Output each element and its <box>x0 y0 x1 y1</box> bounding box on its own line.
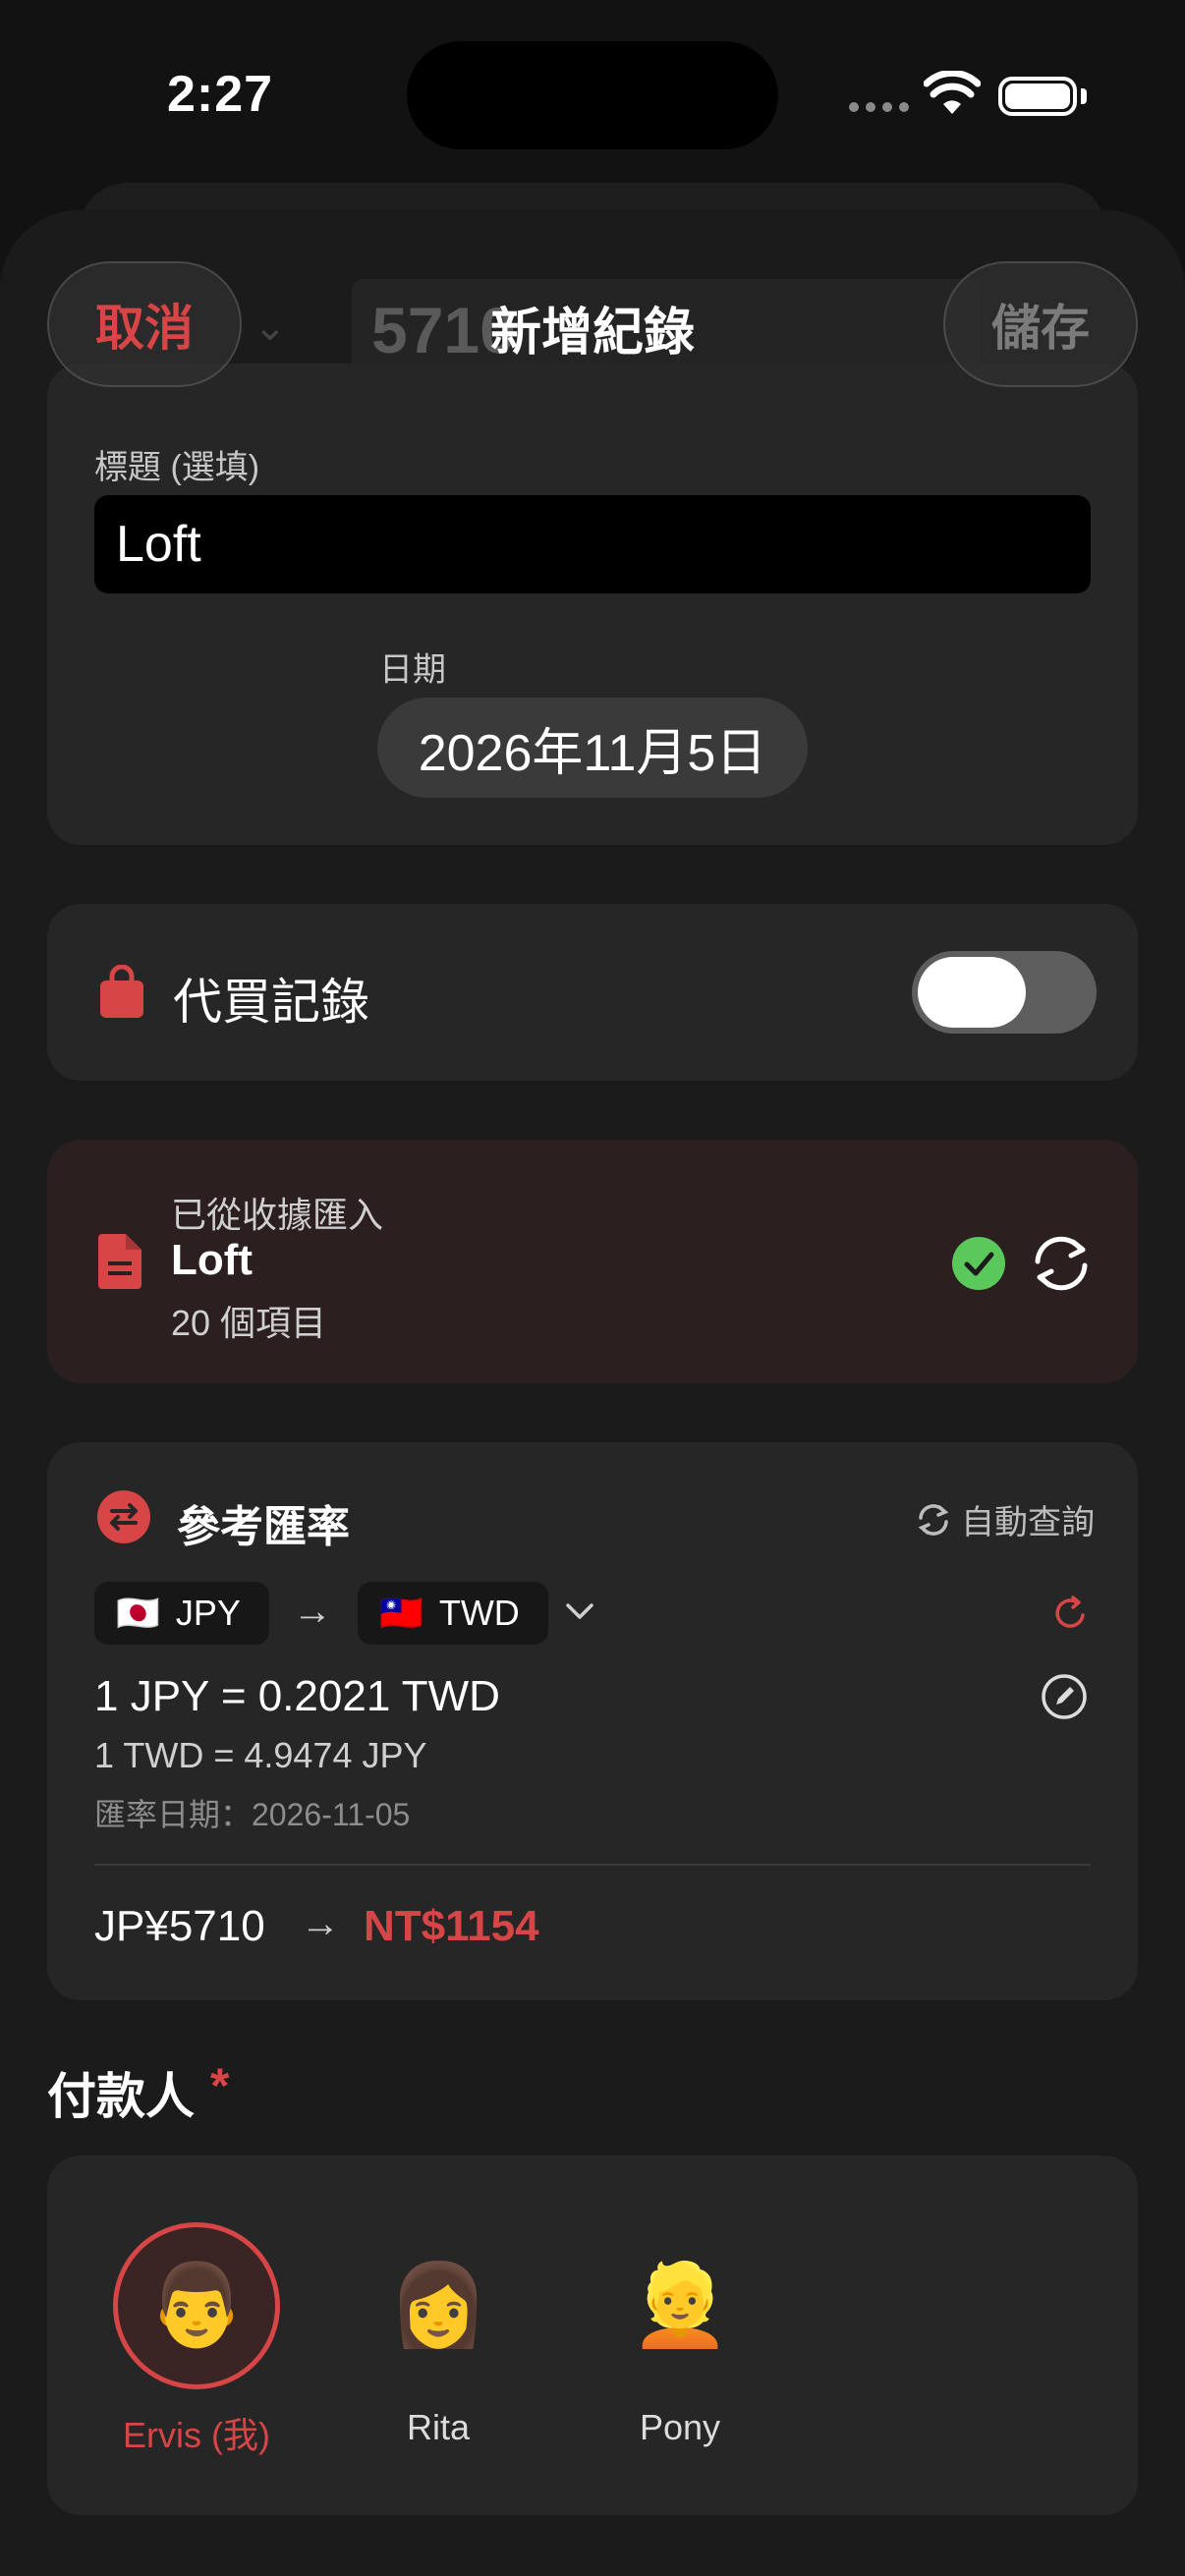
auto-query-label: 自動查詢 <box>961 1504 1095 1541</box>
payer-rita[interactable]: 👩 Rita <box>320 2222 556 2448</box>
from-currency-pill[interactable]: 🇯🇵 JPY <box>94 1582 269 1645</box>
title-label: 標題 (選填) <box>94 449 260 486</box>
edit-rate-icon[interactable] <box>1040 1672 1089 1721</box>
battery-icon <box>998 77 1077 116</box>
payer-name: Rita <box>406 2407 471 2447</box>
divider <box>94 1864 1091 1866</box>
receipt-name: Loft <box>171 1236 254 1284</box>
exchange-icon <box>97 1490 150 1543</box>
amount-original: JP¥5710 <box>94 1902 265 1950</box>
avatar: 👨 <box>113 2222 280 2389</box>
title-input-value: Loft <box>116 516 201 573</box>
payer-name: Pony <box>639 2407 721 2447</box>
payers-title: 付款人 <box>47 2069 195 2124</box>
refresh-rate-icon[interactable] <box>1051 1594 1091 1633</box>
amount-converted: NT$1154 <box>364 1902 539 1950</box>
auto-query-toggle[interactable]: 自動查詢 <box>914 1495 1095 1543</box>
rate-inverse: 1 TWD = 4.9474 JPY <box>94 1735 427 1775</box>
shopping-bag-icon <box>100 965 143 1018</box>
to-currency-code: TWD <box>438 1593 520 1633</box>
refresh-icon <box>918 1503 949 1536</box>
avatar: 👱 <box>629 2261 731 2350</box>
date-label: 日期 <box>379 651 446 689</box>
to-currency-pill[interactable]: 🇹🇼 TWD <box>358 1582 548 1645</box>
date-picker[interactable]: 2026年11月5日 <box>377 698 808 798</box>
dynamic-island <box>407 41 778 149</box>
receipt-item-count: 20 個項目 <box>171 1303 327 1343</box>
save-button[interactable]: 儲存 <box>943 261 1138 387</box>
battery-cap <box>1081 88 1087 104</box>
taiwan-flag-icon: 🇹🇼 <box>379 1593 423 1633</box>
avatar: 👩 <box>387 2261 489 2350</box>
chevron-down-icon[interactable] <box>564 1599 595 1623</box>
payers-heading: 付款人 * <box>47 2057 229 2128</box>
cellular-signal-icon <box>849 102 909 112</box>
status-time: 2:27 <box>167 66 274 123</box>
exchange-title: 參考匯率 <box>177 1503 350 1551</box>
japan-flag-icon: 🇯🇵 <box>116 1593 160 1633</box>
arrow-right-icon: → <box>301 1902 340 1945</box>
toggle-knob <box>918 957 1026 1028</box>
re-import-icon[interactable] <box>1028 1232 1095 1295</box>
payer-pony[interactable]: 👱 Pony <box>562 2222 798 2448</box>
from-currency-code: JPY <box>175 1593 241 1633</box>
title-input[interactable]: Loft <box>94 495 1091 593</box>
wifi-icon <box>924 71 981 114</box>
required-mark: * <box>210 2058 230 2113</box>
arrow-right-icon: → <box>293 1590 332 1633</box>
rate-date: 匯率日期：2026-11-05 <box>94 1797 411 1832</box>
proxy-purchase-toggle[interactable] <box>912 951 1097 1034</box>
proxy-purchase-label: 代買記錄 <box>173 975 369 1030</box>
payer-name: Ervis (我) <box>123 2415 270 2455</box>
check-circle-icon <box>952 1237 1005 1290</box>
receipt-caption: 已從收據匯入 <box>171 1195 384 1235</box>
payer-ervis[interactable]: 👨 Ervis (我) <box>79 2222 314 2458</box>
rate-main: 1 JPY = 0.2021 TWD <box>94 1672 500 1720</box>
document-icon <box>98 1234 141 1289</box>
